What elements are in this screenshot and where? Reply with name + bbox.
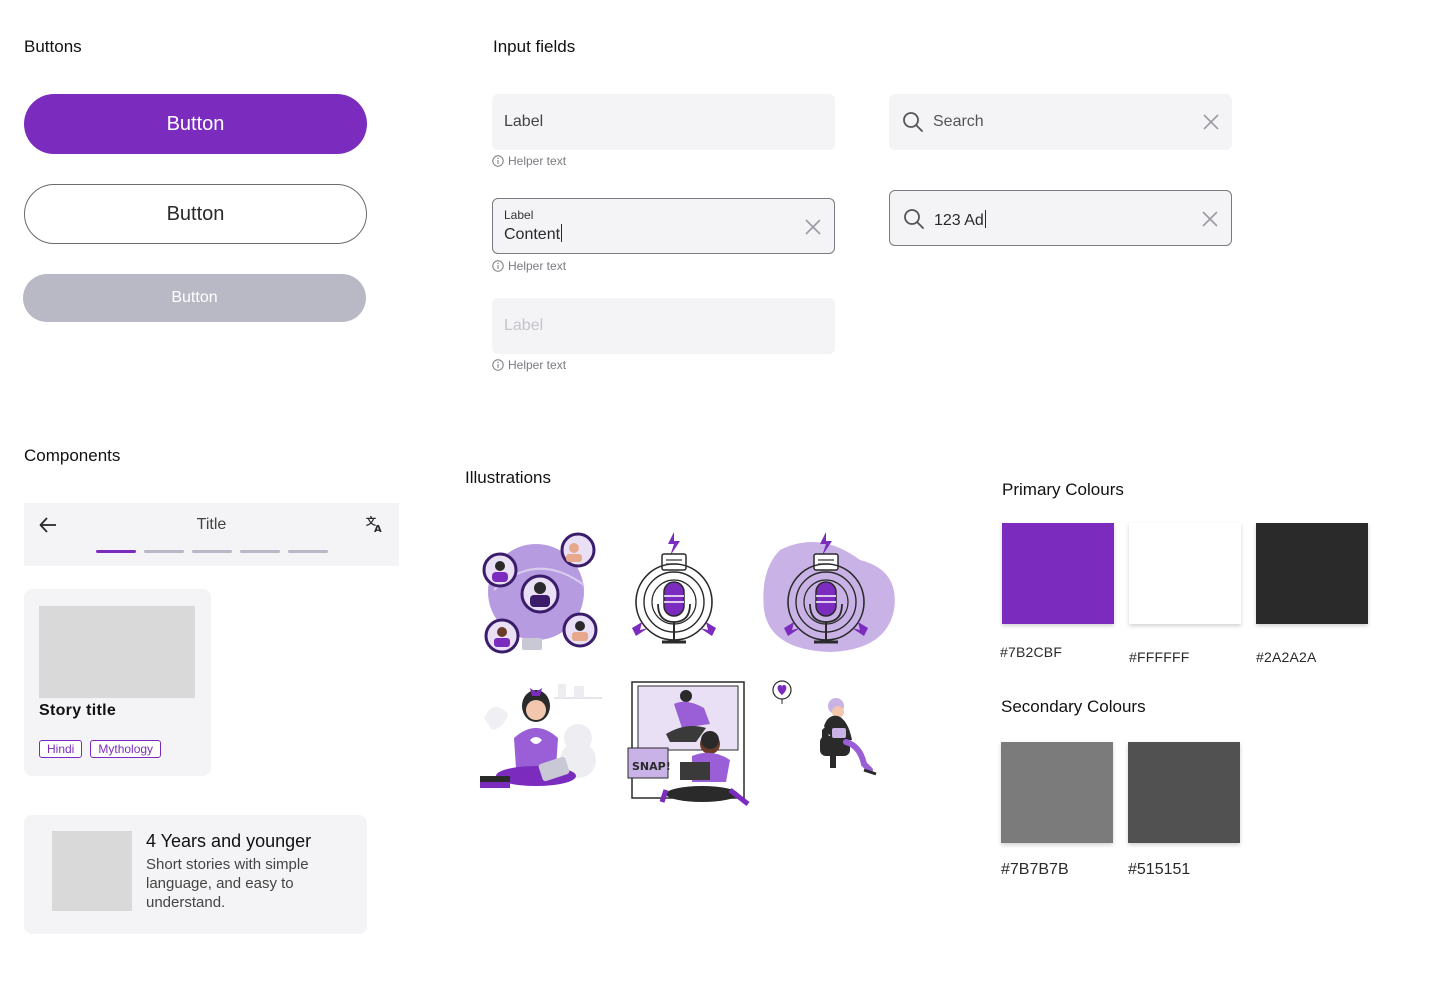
app-bar-title: Title bbox=[196, 516, 227, 533]
field-floating-label: Label bbox=[504, 208, 534, 222]
search-value: 123 Ad bbox=[934, 210, 986, 230]
progress-step bbox=[192, 550, 232, 553]
swatch-dark-grey bbox=[1128, 742, 1240, 843]
people-network-illustration bbox=[482, 532, 598, 654]
default-text-field[interactable]: Label bbox=[492, 94, 835, 150]
input-fields-section-title: Input fields bbox=[493, 37, 576, 56]
swatch-white bbox=[1129, 523, 1241, 624]
age-group-card[interactable]: 4 Years and younger Short stories with s… bbox=[24, 815, 367, 934]
translate-icon[interactable]: 文 A bbox=[366, 515, 384, 533]
tag-chip[interactable]: Hindi bbox=[39, 740, 83, 758]
progress-step bbox=[144, 550, 184, 553]
svg-text:A: A bbox=[374, 524, 382, 533]
swatch-purple bbox=[1002, 523, 1114, 624]
outline-button[interactable]: Button bbox=[24, 184, 367, 244]
swatch-grey bbox=[1001, 742, 1113, 843]
primary-button[interactable]: Button bbox=[24, 94, 367, 154]
swatch-dark bbox=[1256, 523, 1368, 624]
disabled-helper: Helper text bbox=[492, 358, 566, 372]
search-icon bbox=[903, 112, 923, 132]
active-text-field[interactable]: Label Content bbox=[492, 198, 835, 254]
tag-chip[interactable]: Mythology bbox=[90, 740, 162, 758]
info-icon bbox=[492, 359, 504, 371]
illustrations-section-title: Illustrations bbox=[465, 468, 551, 487]
disabled-button: Button bbox=[23, 274, 366, 322]
field-value-text: Content bbox=[504, 226, 561, 243]
clear-icon[interactable] bbox=[1201, 210, 1219, 228]
hex-label: #515151 bbox=[1128, 861, 1191, 878]
field-label: Label bbox=[504, 317, 544, 334]
search-icon bbox=[904, 209, 924, 229]
search-field-active[interactable]: 123 Ad bbox=[889, 190, 1232, 246]
podcast-microphone-blob-illustration bbox=[763, 532, 895, 652]
text-caret bbox=[561, 224, 563, 242]
kids-comic-reading-illustration: SNAP! bbox=[627, 681, 750, 806]
age-group-title: 4 Years and younger bbox=[146, 831, 312, 851]
podcast-microphone-illustration bbox=[632, 532, 716, 644]
info-icon bbox=[492, 260, 504, 272]
progress-step-active bbox=[96, 550, 136, 553]
progress-step bbox=[288, 550, 328, 553]
story-tags: Hindi Mythology bbox=[39, 740, 162, 758]
age-thumbnail bbox=[52, 831, 132, 911]
hex-label: #2A2A2A bbox=[1256, 649, 1317, 665]
disabled-text-field: Label bbox=[492, 298, 835, 354]
components-section-title: Components bbox=[24, 446, 121, 465]
clear-icon[interactable] bbox=[804, 218, 822, 236]
story-progress bbox=[96, 550, 328, 553]
helper-text: Helper text bbox=[508, 259, 567, 273]
field-label: Label bbox=[504, 113, 544, 130]
story-thumbnail bbox=[39, 606, 195, 698]
hex-label: #FFFFFF bbox=[1129, 649, 1190, 665]
active-helper: Helper text bbox=[492, 259, 566, 273]
buttons-section-title: Buttons bbox=[24, 37, 82, 56]
info-icon bbox=[492, 155, 504, 167]
search-field[interactable]: Search bbox=[889, 94, 1232, 150]
helper-text: Helper text bbox=[508, 154, 567, 168]
girl-reading-illustration bbox=[474, 678, 604, 794]
secondary-colours-title: Secondary Colours bbox=[1001, 697, 1146, 716]
search-placeholder: Search bbox=[933, 113, 984, 130]
default-helper: Helper text bbox=[492, 154, 566, 168]
field-value: Content bbox=[504, 224, 563, 244]
hex-label: #7B2CBF bbox=[1000, 644, 1063, 660]
woman-armchair-illustration bbox=[772, 680, 877, 776]
clear-icon[interactable] bbox=[1202, 113, 1220, 131]
search-value-text: 123 Ad bbox=[934, 212, 984, 229]
hex-label: #7B7B7B bbox=[1001, 861, 1069, 878]
text-caret bbox=[984, 210, 986, 228]
svg-text:SNAP!: SNAP! bbox=[632, 760, 671, 773]
primary-colours-title: Primary Colours bbox=[1002, 480, 1124, 499]
story-card[interactable]: Story title Hindi Mythology bbox=[24, 589, 211, 776]
app-bar: Title 文 A bbox=[24, 503, 399, 566]
age-group-description: Short stories with simple language, and … bbox=[146, 856, 309, 911]
helper-text: Helper text bbox=[508, 358, 567, 372]
progress-step bbox=[240, 550, 280, 553]
story-title: Story title bbox=[39, 702, 117, 719]
